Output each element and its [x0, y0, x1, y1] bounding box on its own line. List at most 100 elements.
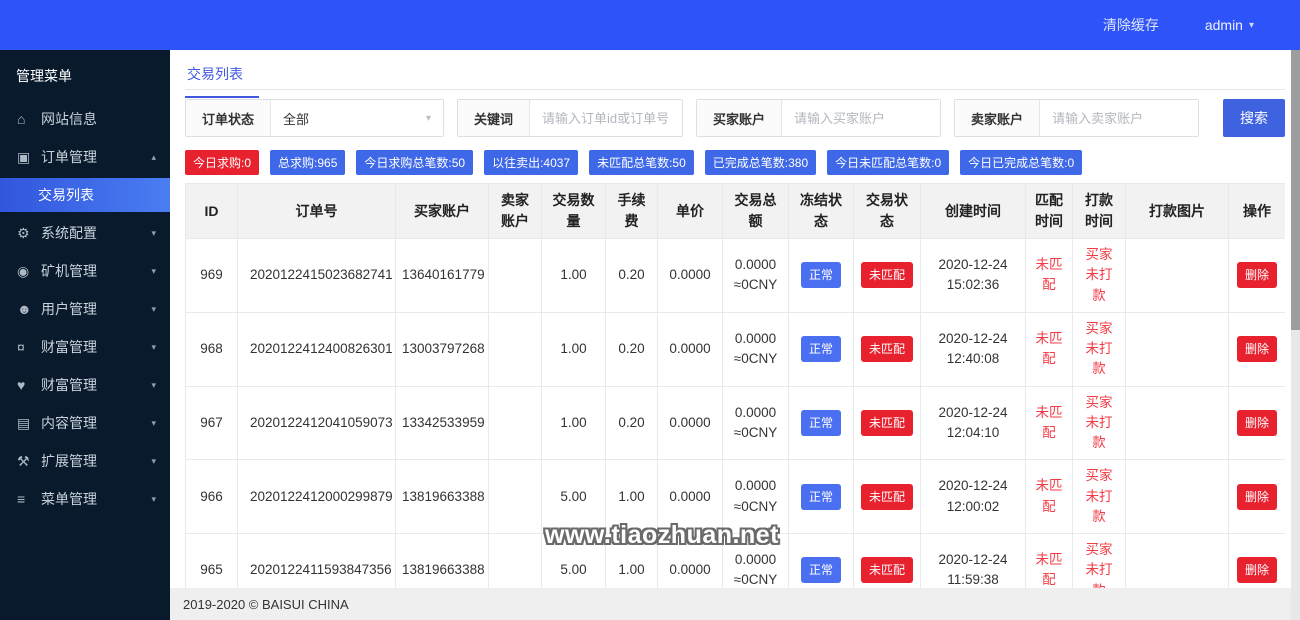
sidebar-item-site-info[interactable]: ⌂ 网站信息 [0, 100, 170, 138]
stat-completed-count: 已完成总笔数:380 [704, 150, 817, 175]
created-date: 2020-12-24 [938, 552, 1008, 568]
delete-button[interactable]: 删除 [1236, 409, 1277, 436]
cell-fee: 0.20 [605, 385, 658, 461]
cell-trade-qty: 5.00 [541, 459, 606, 534]
main-content: 交易列表 订单状态 全部 ▾ 关键词 买家账户 卖家账户 搜索 今日求购:0 总… [170, 50, 1300, 588]
cell-unit-price: 0.0000 [657, 311, 723, 387]
cell-fee: 1.00 [605, 459, 658, 534]
buyer-account-input[interactable] [782, 100, 941, 136]
sidebar-item-label: 用户管理 [41, 301, 97, 317]
delete-button[interactable]: 删除 [1236, 483, 1277, 510]
sidebar-item-label: 矿机管理 [41, 263, 97, 279]
cell-trade-qty: 5.00 [541, 533, 606, 588]
column-header: 交易数量 [541, 183, 606, 239]
freeze-status-badge: 正常 [800, 409, 841, 436]
sidebar-item-wealth-mgmt-2[interactable]: ♥ 财富管理 ▾ [0, 366, 170, 404]
users-icon: ☻ [17, 301, 32, 317]
sidebar-item-label: 订单管理 [41, 149, 97, 165]
keyword-input[interactable] [530, 100, 683, 136]
trade-total-cny: ≈0CNY [733, 277, 778, 293]
cell-trade-status: 未匹配 [853, 385, 921, 461]
cell-pay-time: 买家未打款 [1072, 238, 1126, 313]
column-header: 手续费 [605, 183, 658, 239]
sidebar-item-miner-mgmt[interactable]: ◉ 矿机管理 ▾ [0, 252, 170, 290]
delete-button[interactable]: 删除 [1236, 262, 1277, 289]
trade-status-badge: 未匹配 [860, 409, 913, 436]
cell-seller-account [488, 385, 542, 461]
sidebar-item-user-mgmt[interactable]: ☻ 用户管理 ▾ [0, 290, 170, 328]
sidebar-item-wealth-mgmt-1[interactable]: ¤ 财富管理 ▾ [0, 328, 170, 366]
sidebar-menu: ⌂ 网站信息 ▣ 订单管理 ▴ 交易列表 ⚙ 系统配置 ▾ ◉ 矿机管理 ▾ ☻… [0, 100, 170, 518]
seller-account-label: 卖家账户 [955, 100, 1041, 136]
column-header: 打款图片 [1125, 183, 1229, 239]
stat-today-completed: 今日已完成总笔数:0 [960, 150, 1083, 175]
trade-status-badge: 未匹配 [860, 483, 913, 510]
trade-total-amount: 0.0000 [734, 478, 777, 494]
cell-freeze-status: 正常 [788, 238, 854, 313]
cell-pay-image [1125, 533, 1229, 588]
cell-pay-time: 买家未打款 [1072, 459, 1126, 534]
stat-today-buy-count: 今日求购总笔数:50 [356, 150, 474, 175]
column-header: 匹配时间 [1025, 183, 1073, 239]
cell-actions: 删除 [1228, 385, 1285, 461]
scrollbar-thumb[interactable] [1291, 50, 1300, 330]
delete-button[interactable]: 删除 [1236, 336, 1277, 363]
cell-trade-total: 0.0000 ≈0CNY [722, 311, 789, 387]
table-row: 967 2020122412041059073 13342533959 1.00… [185, 385, 1285, 461]
buyer-account-group: 买家账户 [696, 99, 942, 137]
cell-match-time: 未匹配 [1025, 533, 1073, 588]
created-date: 2020-12-24 [938, 404, 1008, 420]
scrollbar-track[interactable] [1291, 50, 1300, 620]
cell-id: 966 [185, 459, 238, 534]
cell-pay-image [1125, 385, 1229, 461]
sidebar-item-system-config[interactable]: ⚙ 系统配置 ▾ [0, 214, 170, 252]
cell-trade-total: 0.0000 ≈0CNY [722, 238, 789, 313]
cell-created-time: 2020-12-24 12:40:08 [920, 311, 1026, 387]
chevron-icon: ▴ [151, 151, 156, 162]
created-date: 2020-12-24 [938, 257, 1008, 273]
cell-order-no: 2020122415023682741 [237, 238, 396, 313]
cell-freeze-status: 正常 [788, 459, 854, 534]
sidebar-item-menu-mgmt[interactable]: ≡ 菜单管理 ▾ [0, 480, 170, 518]
cell-fee: 1.00 [605, 533, 658, 588]
cell-buyer-account: 13640161779 [395, 238, 489, 313]
sidebar-item-content-mgmt[interactable]: ▤ 内容管理 ▾ [0, 404, 170, 442]
cell-actions: 删除 [1228, 238, 1285, 313]
tab-trade-list[interactable]: 交易列表 [185, 64, 259, 98]
cell-trade-status: 未匹配 [853, 533, 921, 588]
column-header: 打款时间 [1072, 183, 1126, 239]
order-status-select[interactable]: 全部 ▾ [271, 100, 443, 136]
money-icon: ¤ [17, 339, 25, 355]
search-button[interactable]: 搜索 [1223, 99, 1285, 137]
stat-past-sold: 以往卖出:4037 [484, 150, 579, 175]
cell-freeze-status: 正常 [788, 311, 854, 387]
freeze-status-badge: 正常 [800, 262, 841, 289]
cell-trade-qty: 1.00 [541, 385, 606, 461]
cell-order-no: 2020122412400826301 [237, 311, 396, 387]
cell-unit-price: 0.0000 [657, 238, 723, 313]
seller-account-input[interactable] [1040, 100, 1199, 136]
copyright-text: 2019-2020 © BAISUI CHINA [183, 596, 349, 612]
user-menu[interactable]: admin ▾ [1205, 17, 1254, 33]
sidebar-item-extension-mgmt[interactable]: ⚒ 扩展管理 ▾ [0, 442, 170, 480]
filter-bar: 订单状态 全部 ▾ 关键词 买家账户 卖家账户 搜索 [185, 99, 1285, 137]
clear-cache-button[interactable]: 清除缓存 [1103, 15, 1159, 35]
cell-buyer-account: 13819663388 [395, 459, 489, 534]
sidebar-item-order-mgmt[interactable]: ▣ 订单管理 ▴ [0, 138, 170, 176]
sidebar-item-trade-list[interactable]: 交易列表 [0, 178, 170, 212]
trade-total-amount: 0.0000 [734, 404, 777, 420]
menu-list-icon: ≡ [17, 491, 26, 507]
created-clock: 12:04:10 [946, 424, 1000, 440]
delete-button[interactable]: 删除 [1236, 557, 1277, 584]
cell-trade-total: 0.0000 ≈0CNY [722, 533, 789, 588]
sidebar-item-label: 系统配置 [41, 225, 97, 241]
cell-id: 969 [185, 238, 238, 313]
cell-actions: 删除 [1228, 533, 1285, 588]
column-header: 订单号 [237, 183, 396, 239]
heart-icon: ♥ [17, 377, 26, 393]
chevron-icon: ▾ [151, 227, 156, 238]
column-header: 交易状态 [853, 183, 921, 239]
freeze-status-badge: 正常 [800, 557, 841, 584]
trade-status-badge: 未匹配 [860, 262, 913, 289]
cell-order-no: 2020122411593847356 [237, 533, 396, 588]
